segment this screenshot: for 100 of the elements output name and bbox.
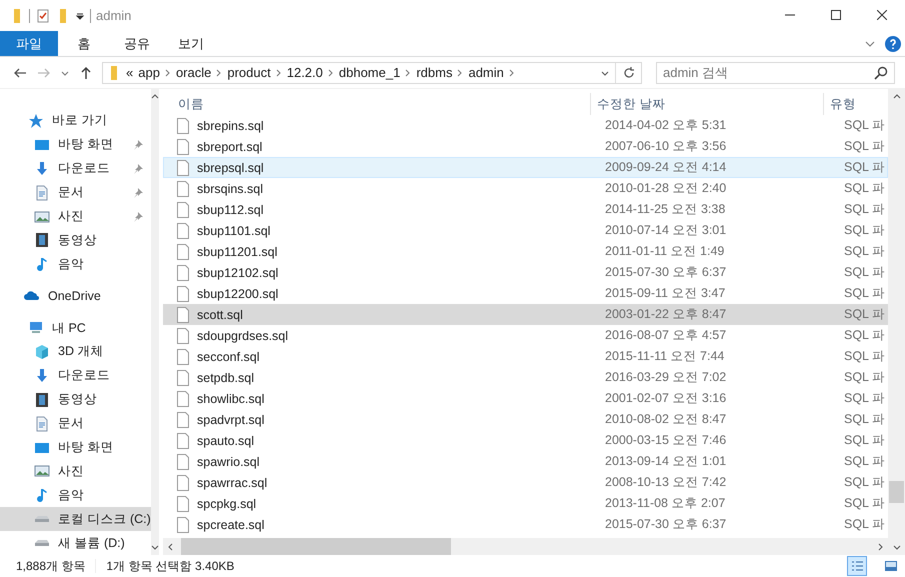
pin-icon[interactable] bbox=[132, 188, 143, 198]
music-note-icon bbox=[34, 256, 50, 272]
file-icon bbox=[177, 412, 189, 428]
breadcrumb[interactable]: product bbox=[227, 65, 271, 80]
nav-item[interactable]: 새 볼륨 (D:) bbox=[0, 531, 151, 556]
pin-icon[interactable] bbox=[132, 212, 143, 222]
pin-icon[interactable] bbox=[132, 164, 143, 174]
file-row[interactable]: sbrepsql.sql 2009-09-24 오전 4:14 SQL 파 bbox=[163, 157, 888, 178]
breadcrumb[interactable]: 12.2.0 bbox=[286, 65, 323, 80]
scroll-down-icon[interactable] bbox=[150, 543, 159, 551]
file-icon bbox=[177, 348, 189, 364]
download-icon bbox=[34, 368, 50, 384]
help-icon[interactable] bbox=[885, 36, 901, 52]
column-header[interactable]: 이름 bbox=[163, 93, 591, 115]
nav-item[interactable]: 바탕 화면 bbox=[0, 132, 151, 157]
breadcrumb[interactable]: app bbox=[138, 65, 160, 80]
chevron-right-icon[interactable] bbox=[405, 68, 412, 76]
horizontal-scrollbar[interactable] bbox=[163, 538, 888, 555]
nav-item[interactable]: OneDrive bbox=[0, 284, 151, 308]
file-row[interactable]: scott.sql 2003-01-22 오후 8:47 SQL 파 bbox=[163, 304, 888, 325]
chevron-right-icon[interactable] bbox=[164, 68, 171, 76]
file-row[interactable]: sdoupgrdses.sql 2016-08-07 오후 4:57 SQL 파 bbox=[163, 325, 888, 346]
file-row[interactable]: sbrepins.sql 2014-04-02 오후 5:31 SQL 파 bbox=[163, 115, 888, 136]
scroll-up-icon[interactable] bbox=[892, 93, 900, 101]
file-row[interactable]: sbup112.sql 2014-11-25 오전 3:38 SQL 파 bbox=[163, 199, 888, 220]
overflow-chevron[interactable]: « bbox=[126, 65, 134, 80]
breadcrumb[interactable]: dbhome_1 bbox=[338, 65, 400, 80]
file-row[interactable]: spawrrac.sql 2008-10-13 오전 7:42 SQL 파 bbox=[163, 472, 888, 493]
pictures-icon bbox=[34, 463, 50, 480]
file-row[interactable]: sbup12200.sql 2015-09-11 오전 3:47 SQL 파 bbox=[163, 283, 888, 304]
file-row[interactable]: secconf.sql 2015-11-11 오전 7:44 SQL 파 bbox=[163, 346, 888, 367]
pin-icon[interactable] bbox=[132, 140, 143, 150]
file-row[interactable]: sbup12102.sql 2015-07-30 오후 6:37 SQL 파 bbox=[163, 262, 888, 283]
file-row[interactable]: spadvrpt.sql 2010-08-02 오전 8:47 SQL 파 bbox=[163, 409, 888, 430]
file-row[interactable]: setpdb.sql 2016-03-29 오전 7:02 SQL 파 bbox=[163, 367, 888, 388]
nav-item[interactable]: 3D 개체 bbox=[0, 340, 151, 364]
file-icon bbox=[177, 390, 189, 406]
ribbon-tab[interactable]: 공유 bbox=[110, 31, 164, 56]
nav-item[interactable]: 다운로드 bbox=[0, 364, 151, 388]
file-row[interactable]: spawrio.sql 2013-09-14 오전 1:01 SQL 파 bbox=[163, 451, 888, 472]
nav-item[interactable]: 동영상 bbox=[0, 228, 151, 252]
scrollbar[interactable] bbox=[888, 89, 905, 555]
file-icon bbox=[177, 370, 189, 386]
file-row[interactable]: spcpkg.sql 2013-11-08 오후 2:07 SQL 파 bbox=[163, 493, 888, 514]
file-row[interactable]: sbrsqins.sql 2010-01-28 오전 2:40 SQL 파 bbox=[163, 178, 888, 199]
nav-item[interactable]: 로컬 디스크 (C:) bbox=[0, 507, 151, 532]
file-icon bbox=[177, 222, 189, 238]
file-row[interactable]: sbup11201.sql 2011-01-11 오전 1:49 SQL 파 bbox=[163, 241, 888, 262]
dropdown-icon[interactable] bbox=[75, 10, 85, 20]
nav-item[interactable]: 문서 bbox=[0, 180, 151, 205]
download-icon bbox=[34, 160, 50, 177]
nav-item[interactable]: 동영상 bbox=[0, 388, 151, 412]
column-header[interactable]: 수정한 날짜 bbox=[591, 93, 824, 115]
file-icon bbox=[177, 454, 189, 470]
ribbon-tab[interactable]: 파일 bbox=[0, 31, 58, 56]
nav-item[interactable]: 바탕 화면 bbox=[0, 436, 151, 460]
item-count: 1,888개 항목 bbox=[16, 558, 86, 574]
nav-item[interactable]: 바로 가기 bbox=[0, 109, 151, 133]
nav-item[interactable]: 내 PC bbox=[0, 316, 151, 340]
chevron-right-icon[interactable] bbox=[276, 68, 282, 76]
chevron-right-icon[interactable] bbox=[457, 68, 464, 76]
scroll-right-icon[interactable] bbox=[876, 542, 884, 550]
nav-item[interactable]: 사진 bbox=[0, 459, 151, 484]
file-icon bbox=[177, 328, 189, 344]
music-note-icon bbox=[34, 487, 50, 504]
file-icon bbox=[177, 180, 189, 196]
scroll-up-icon[interactable] bbox=[150, 93, 159, 101]
breadcrumb[interactable]: admin bbox=[468, 65, 504, 80]
file-icon bbox=[177, 496, 189, 512]
folder-icon bbox=[60, 8, 66, 22]
scroll-left-icon[interactable] bbox=[167, 542, 175, 550]
file-row[interactable]: showlibc.sql 2001-02-07 오전 3:16 SQL 파 bbox=[163, 388, 888, 409]
column-header[interactable]: 유형 bbox=[824, 93, 888, 115]
pictures-icon bbox=[34, 208, 50, 224]
chevron-right-icon[interactable] bbox=[216, 68, 222, 76]
ribbon-tab[interactable]: 홈 bbox=[58, 31, 110, 56]
breadcrumb[interactable]: oracle bbox=[176, 65, 212, 80]
checklist-icon bbox=[35, 8, 51, 24]
chevron-right-icon[interactable] bbox=[328, 68, 334, 76]
details-view-icon[interactable] bbox=[847, 556, 867, 576]
chevron-right-icon[interactable] bbox=[508, 68, 515, 76]
file-icon bbox=[177, 432, 189, 448]
search-field[interactable]: admin 검색 bbox=[656, 62, 895, 84]
file-row[interactable]: spauto.sql 2000-03-15 오전 7:46 SQL 파 bbox=[163, 430, 888, 451]
file-row[interactable]: sbup1101.sql 2010-07-14 오전 3:01 SQL 파 bbox=[163, 220, 888, 241]
nav-item[interactable]: 다운로드 bbox=[0, 156, 151, 181]
breadcrumb[interactable]: rdbms bbox=[416, 65, 452, 80]
scroll-down-icon[interactable] bbox=[892, 543, 900, 551]
address-bar[interactable]: « app oracle product 12.2.0 dbhome_1 rdbms admin bbox=[102, 62, 642, 84]
nav-item[interactable]: 사진 bbox=[0, 204, 151, 228]
file-row[interactable]: sbreport.sql 2007-06-10 오후 3:56 SQL 파 bbox=[163, 136, 888, 157]
scrollbar-thumb[interactable] bbox=[889, 481, 904, 503]
nav-item[interactable]: 음악 bbox=[0, 483, 151, 508]
scrollbar[interactable] bbox=[150, 89, 159, 555]
ribbon-tab[interactable]: 보기 bbox=[164, 31, 218, 56]
chevron-down-icon[interactable] bbox=[865, 38, 875, 48]
scrollbar-thumb[interactable] bbox=[181, 538, 451, 555]
nav-item[interactable]: 음악 bbox=[0, 252, 151, 276]
nav-item[interactable]: 문서 bbox=[0, 412, 151, 436]
file-row[interactable]: spcreate.sql 2015-07-30 오후 6:37 SQL 파 bbox=[163, 514, 888, 535]
